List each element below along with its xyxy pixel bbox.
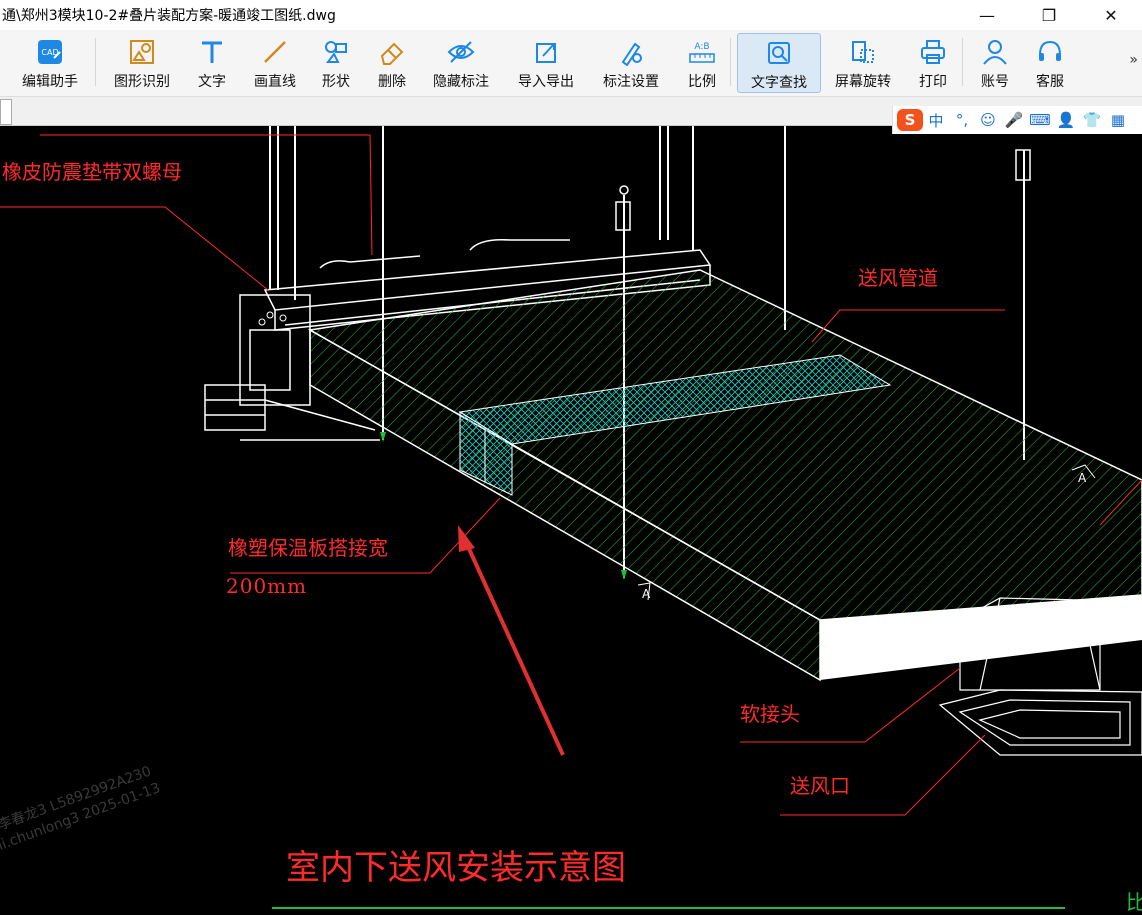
tool-customer-service[interactable]: 客服 [1030, 33, 1070, 91]
tool-shape-recognize[interactable]: 图形识别 [108, 33, 176, 91]
drawing-canvas[interactable]: A A 李春龙3 L5892992A230 li.chunlong3 2025-… [0, 126, 1142, 914]
tool-delete[interactable]: 删除 [372, 33, 412, 91]
tool-shape[interactable]: 形状 [316, 33, 356, 91]
tool-label: 画直线 [254, 74, 296, 90]
tool-hide-annotation[interactable]: 隐藏标注 [428, 33, 494, 91]
tool-edit-helper[interactable]: CAD 编辑助手 [16, 33, 84, 91]
tool-label: 形状 [322, 74, 350, 90]
tool-label: 图形识别 [114, 74, 170, 90]
title-bar: 通\郑州3模块10-2#叠片装配方案-暖通竣工图纸.dwg — ❐ ✕ [0, 0, 1142, 30]
minimize-button[interactable]: — [956, 0, 1018, 30]
tool-text-search[interactable]: 文字查找 [737, 33, 821, 93]
tool-label: 文字 [198, 74, 226, 90]
tool-label: 标注设置 [603, 74, 659, 90]
tool-scale[interactable]: A:B 比例 [682, 33, 722, 91]
text-search-icon [764, 38, 794, 67]
label-supply-outlet: 送风口 [790, 774, 850, 798]
cad-helper-icon: CAD [35, 37, 65, 66]
label-rubber-damper: 橡皮防震垫带双螺母 [2, 160, 182, 184]
headset-icon [1035, 37, 1065, 66]
tab-selector[interactable] [0, 99, 12, 125]
shape-icon [321, 37, 351, 66]
line-icon [260, 37, 290, 66]
cad-drawing: A A 李春龙3 L5892992A230 li.chunlong3 2025-… [0, 126, 1142, 909]
tool-screen-rotate[interactable]: 屏幕旋转 [830, 33, 896, 91]
tool-label: 屏幕旋转 [835, 74, 891, 90]
tool-text[interactable]: 文字 [190, 33, 234, 91]
tool-label: 隐藏标注 [433, 74, 489, 90]
toolbar-more-button[interactable]: » [1129, 52, 1138, 68]
eye-hide-icon [446, 37, 476, 66]
section-marker-a1: A [1078, 471, 1087, 485]
svg-text:A:B: A:B [694, 42, 709, 52]
tool-label: 打印 [919, 74, 947, 90]
tool-label: 文字查找 [751, 75, 807, 91]
import-export-icon [531, 37, 561, 66]
tool-annotation-settings[interactable]: 标注设置 [598, 33, 664, 91]
eraser-icon [377, 37, 407, 66]
user-icon [980, 37, 1010, 66]
tool-label: 删除 [378, 74, 406, 90]
text-icon [197, 37, 227, 66]
label-insulation: 橡塑保温板搭接宽 [228, 536, 388, 560]
window-title: 通\郑州3模块10-2#叠片装配方案-暖通竣工图纸.dwg [2, 8, 336, 24]
label-overlap-width: 200mm [226, 574, 308, 598]
printer-icon [918, 37, 948, 66]
annotation-settings-icon [616, 37, 646, 66]
tool-label: 客服 [1036, 74, 1064, 90]
tool-print[interactable]: 打印 [914, 33, 952, 91]
label-flex-joint: 软接头 [740, 702, 800, 726]
tool-draw-line[interactable]: 画直线 [250, 33, 300, 91]
tool-label: 导入导出 [518, 74, 574, 90]
watermark: 李春龙3 L5892992A230 li.chunlong3 2025-01-1… [0, 763, 163, 853]
section-marker-a2: A [642, 587, 651, 601]
rotate-icon [848, 37, 878, 66]
drawing-title: 室内下送风安装示意图 [286, 848, 626, 888]
label-supply-duct: 送风管道 [858, 266, 938, 290]
tool-label: 编辑助手 [22, 74, 78, 90]
tool-import-export[interactable]: 导入导出 [512, 33, 580, 91]
tool-label: 账号 [981, 74, 1009, 90]
label-scale-fragment: 比 [1126, 890, 1142, 914]
tool-label: 比例 [688, 74, 716, 90]
close-button[interactable]: ✕ [1080, 0, 1142, 30]
tool-account[interactable]: 账号 [975, 33, 1015, 91]
main-toolbar: CAD 编辑助手 图形识别 文字 画直线 形状 删除 隐藏标注 导入导出 标注设… [0, 30, 1142, 97]
maximize-button[interactable]: ❐ [1018, 0, 1080, 30]
scale-icon: A:B [687, 37, 717, 66]
shape-recognize-icon [127, 37, 157, 66]
